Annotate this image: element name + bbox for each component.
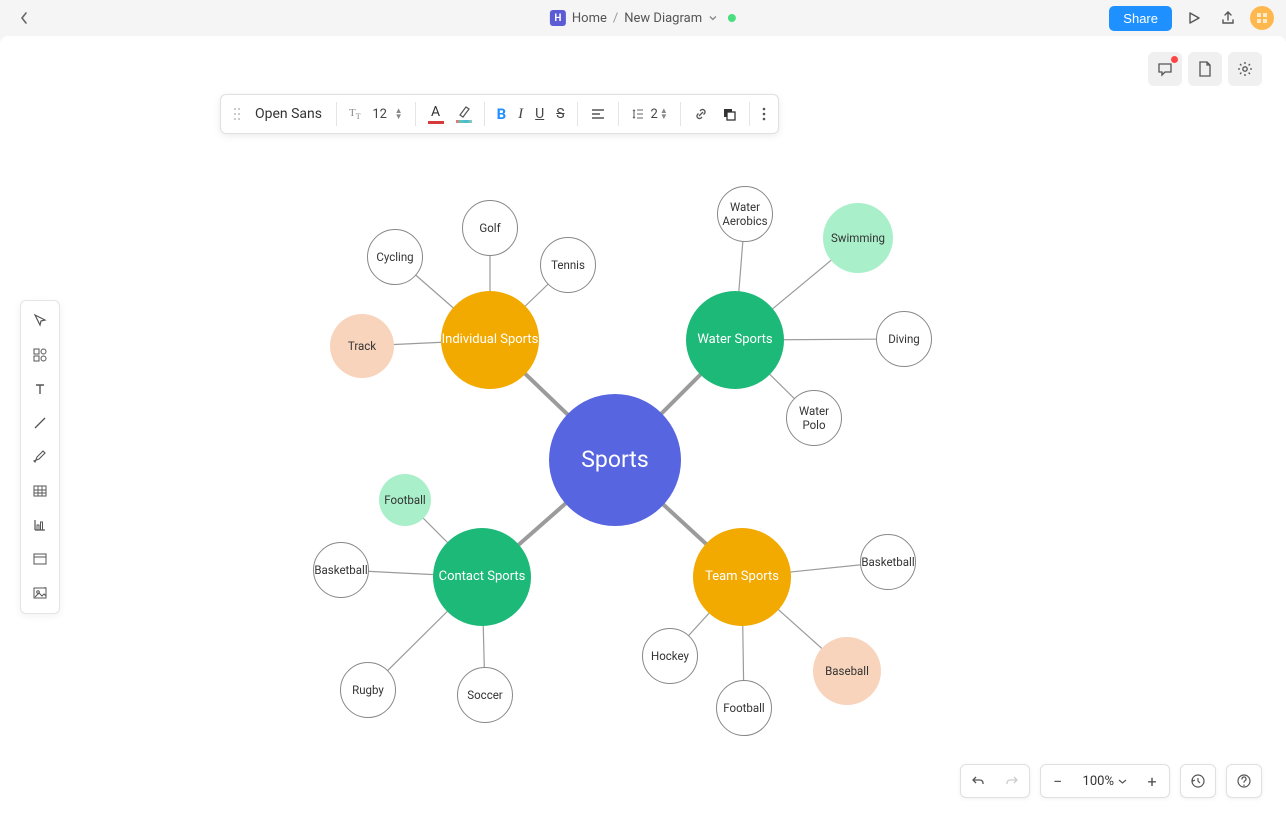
breadcrumb: H Home / New Diagram: [550, 10, 736, 26]
present-button[interactable]: [1182, 6, 1206, 30]
line-height-control[interactable]: 2 ▲▼: [625, 103, 674, 126]
format-toolbar: Open Sans TT 12 ▲▼ A B I U S 2 ▲▼: [220, 94, 779, 134]
more-button[interactable]: [756, 103, 772, 125]
zoom-in-button[interactable]: +: [1135, 764, 1169, 798]
link-button[interactable]: [687, 102, 715, 126]
home-icon: H: [550, 10, 566, 26]
diagram-node[interactable]: Football: [379, 474, 431, 526]
italic-button[interactable]: I: [512, 102, 529, 127]
pen-tool[interactable]: [25, 443, 55, 471]
diagram-node[interactable]: Sports: [549, 394, 681, 526]
bottom-controls: − 100% +: [960, 764, 1262, 798]
font-size-control[interactable]: TT 12 ▲▼: [343, 103, 409, 126]
diagram-node[interactable]: Basketball: [860, 534, 916, 590]
line-height-stepper[interactable]: ▲▼: [660, 108, 668, 120]
layers-button[interactable]: [715, 102, 743, 126]
export-button[interactable]: [1216, 6, 1240, 30]
diagram-node[interactable]: Track: [330, 314, 394, 378]
diagram-node[interactable]: Basketball: [313, 542, 369, 598]
diagram-node[interactable]: Rugby: [340, 662, 396, 718]
tools-sidebar: [20, 300, 60, 614]
breadcrumb-home[interactable]: Home: [572, 11, 607, 26]
frame-tool[interactable]: [25, 545, 55, 573]
select-tool[interactable]: [25, 307, 55, 335]
page-button[interactable]: [1188, 52, 1222, 86]
settings-button[interactable]: [1228, 52, 1262, 86]
diagram-node[interactable]: Team Sports: [693, 528, 791, 626]
toolbar-grip[interactable]: [227, 103, 247, 125]
font-size-icon: TT: [349, 107, 361, 121]
text-color-button[interactable]: A: [422, 100, 450, 128]
diagram-node[interactable]: Swimming: [823, 203, 893, 273]
zoom-out-button[interactable]: −: [1041, 764, 1075, 798]
highlight-button[interactable]: [450, 101, 478, 127]
strikethrough-button[interactable]: S: [550, 102, 570, 126]
help-button[interactable]: [1227, 764, 1261, 798]
diagram-node[interactable]: Tennis: [540, 237, 596, 293]
chevron-down-icon[interactable]: [708, 13, 718, 23]
comments-button[interactable]: [1148, 52, 1182, 86]
undo-button[interactable]: [961, 764, 995, 798]
diagram-node[interactable]: Contact Sports: [433, 528, 531, 626]
diagram-node[interactable]: Water Sports: [686, 291, 784, 389]
image-tool[interactable]: [25, 579, 55, 607]
diagram-node[interactable]: Water Aerobics: [717, 186, 773, 242]
diagram-node[interactable]: Soccer: [457, 667, 513, 723]
bold-button[interactable]: B: [491, 101, 513, 127]
breadcrumb-doc[interactable]: New Diagram: [624, 11, 702, 26]
align-button[interactable]: [584, 103, 612, 125]
mindmap-diagram[interactable]: Golf Cycling Tennis Track Water Aerobics Swim…: [300, 140, 1000, 780]
diagram-node[interactable]: Hockey: [642, 628, 698, 684]
notification-dot: [1171, 56, 1178, 63]
back-button[interactable]: [12, 6, 36, 30]
line-tool[interactable]: [25, 409, 55, 437]
diagram-node[interactable]: Water Polo: [786, 390, 842, 446]
app-header: H Home / New Diagram Share: [0, 0, 1286, 36]
text-tool[interactable]: [25, 375, 55, 403]
redo-button[interactable]: [995, 764, 1029, 798]
diagram-node[interactable]: Baseball: [813, 637, 881, 705]
line-height-value[interactable]: 2: [651, 107, 658, 122]
chart-tool[interactable]: [25, 511, 55, 539]
diagram-node[interactable]: Diving: [876, 311, 932, 367]
underline-button[interactable]: U: [529, 102, 550, 126]
history-button[interactable]: [1181, 764, 1215, 798]
zoom-level[interactable]: 100%: [1075, 774, 1135, 789]
diagram-node[interactable]: Cycling: [367, 229, 423, 285]
diagram-node[interactable]: Individual Sports: [441, 291, 539, 389]
diagram-node[interactable]: Football: [716, 680, 772, 736]
font-family-select[interactable]: Open Sans: [247, 106, 330, 122]
font-size-stepper[interactable]: ▲▼: [395, 108, 403, 120]
shapes-tool[interactable]: [25, 341, 55, 369]
font-size-value[interactable]: 12: [367, 107, 393, 122]
breadcrumb-sep: /: [613, 11, 618, 26]
diagram-node[interactable]: Golf: [462, 200, 518, 256]
share-button[interactable]: Share: [1109, 6, 1172, 31]
avatar[interactable]: [1250, 6, 1274, 30]
sync-indicator: [728, 14, 736, 22]
table-tool[interactable]: [25, 477, 55, 505]
